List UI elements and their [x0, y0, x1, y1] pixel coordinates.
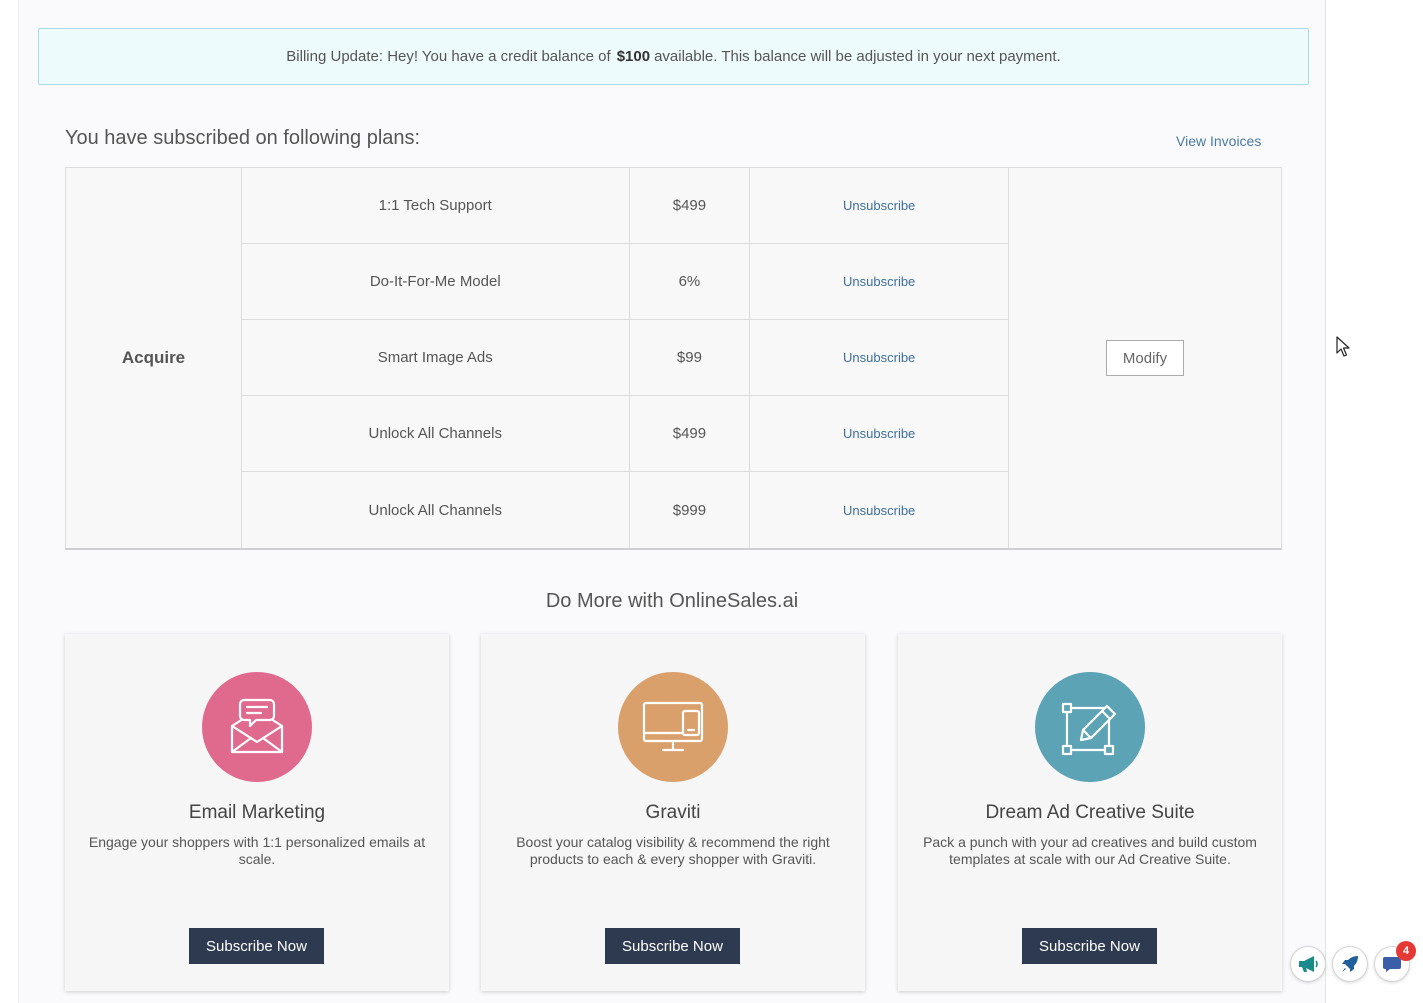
billing-banner: Billing Update: Hey! You have a credit b… [38, 28, 1309, 85]
plan-price: $499 [630, 396, 751, 471]
plan-price: $499 [630, 168, 751, 243]
subscribe-now-button[interactable]: Subscribe Now [189, 928, 324, 964]
unsubscribe-link[interactable]: Unsubscribe [750, 320, 1009, 395]
plan-price: 6% [630, 244, 751, 319]
plan-price: $99 [630, 320, 751, 395]
table-row: Smart Image Ads $99 Unsubscribe [242, 320, 1009, 396]
banner-text-prefix: Billing Update: Hey! You have a credit b… [286, 48, 611, 65]
banner-credit-amount: $100 [616, 48, 651, 65]
plans-table: Acquire 1:1 Tech Support $499 Unsubscrib… [65, 167, 1282, 550]
card-title: Graviti [645, 802, 701, 823]
product-card-email-marketing: Email Marketing Engage your shoppers wit… [65, 634, 449, 991]
subscribe-now-button[interactable]: Subscribe Now [605, 928, 740, 964]
plan-name: Do-It-For-Me Model [242, 244, 630, 319]
plan-rows: 1:1 Tech Support $499 Unsubscribe Do-It-… [242, 168, 1009, 548]
modify-button[interactable]: Modify [1106, 340, 1184, 376]
card-title: Dream Ad Creative Suite [985, 802, 1195, 823]
product-card-dream-ad-creative-suite: Dream Ad Creative Suite Pack a punch wit… [898, 634, 1282, 991]
getting-started-button[interactable] [1332, 946, 1368, 982]
unsubscribe-link[interactable]: Unsubscribe [750, 396, 1009, 471]
product-card-graviti: Graviti Boost your catalog visibility & … [481, 634, 865, 991]
table-row: Unlock All Channels $499 Unsubscribe [242, 396, 1009, 472]
plans-heading: You have subscribed on following plans: [65, 127, 421, 149]
table-row: 1:1 Tech Support $499 Unsubscribe [242, 168, 1009, 244]
card-title: Email Marketing [188, 802, 326, 823]
plan-name: 1:1 Tech Support [242, 168, 630, 243]
mouse-cursor-icon [1336, 336, 1350, 357]
subscribe-now-button[interactable]: Subscribe Now [1022, 928, 1157, 964]
notification-count-badge: 4 [1396, 941, 1416, 961]
plan-name: Unlock All Channels [242, 472, 630, 548]
card-description: Pack a punch with your ad creatives and … [923, 834, 1257, 867]
devices-icon [618, 672, 728, 782]
megaphone-icon [1299, 956, 1318, 972]
unsubscribe-link[interactable]: Unsubscribe [750, 244, 1009, 319]
announcements-button[interactable] [1290, 946, 1326, 982]
unsubscribe-link[interactable]: Unsubscribe [750, 168, 1009, 243]
view-invoices-link[interactable]: View Invoices [1176, 133, 1261, 149]
plan-price: $999 [630, 472, 751, 548]
main-content: Billing Update: Hey! You have a credit b… [18, 0, 1326, 1003]
plan-name: Smart Image Ads [242, 320, 630, 395]
design-edit-icon [1035, 672, 1145, 782]
plan-name: Unlock All Channels [242, 396, 630, 471]
rocket-icon [1342, 956, 1358, 972]
unsubscribe-link[interactable]: Unsubscribe [750, 472, 1009, 548]
modify-cell: Modify [1009, 168, 1281, 548]
card-description: Engage your shoppers with 1:1 personaliz… [88, 834, 426, 867]
table-row: Do-It-For-Me Model 6% Unsubscribe [242, 244, 1009, 320]
plan-group-name: Acquire [66, 168, 242, 548]
banner-text-suffix: available. This balance will be adjusted… [654, 48, 1061, 65]
upsell-heading: Do More with OnlineSales.ai [545, 590, 799, 612]
email-chat-icon [202, 672, 312, 782]
table-row: Unlock All Channels $999 Unsubscribe [242, 472, 1009, 548]
card-description: Boost your catalog visibility & recommen… [516, 834, 830, 867]
